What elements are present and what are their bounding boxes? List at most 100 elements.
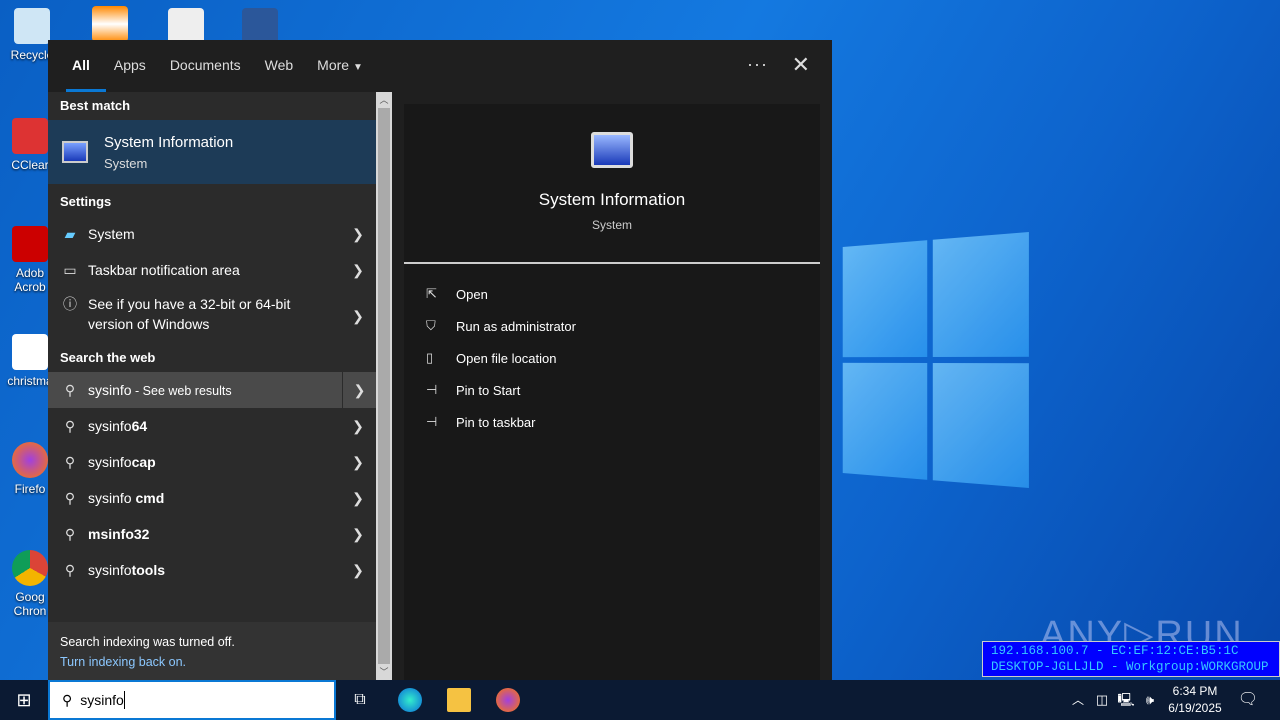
suggestion-text: sysinfo cmd [88, 490, 164, 506]
web-suggestion[interactable]: ⚲ msinfo32 ❯ [48, 516, 376, 552]
chevron-right-icon[interactable]: ❯ [344, 552, 372, 588]
best-match-header: Best match [60, 98, 131, 113]
word-icon [242, 8, 278, 44]
chevron-right-icon[interactable]: ❯ [342, 372, 376, 408]
best-match-title: System Information [104, 133, 234, 151]
edge-icon[interactable] [398, 688, 422, 712]
settings-header: Settings [60, 194, 112, 209]
suggestion-text: sysinfo - See web results [88, 382, 232, 398]
action-center-icon[interactable]: 🗨 [1236, 688, 1260, 712]
turn-indexing-on-link[interactable]: Turn indexing back on. [60, 652, 364, 672]
system-information-large-icon [591, 132, 633, 168]
results-scrollbar[interactable]: ︿ ﹀ [376, 92, 392, 680]
preview-title: System Information [538, 190, 686, 209]
tab-web[interactable]: Web [253, 40, 306, 92]
action-open-file-location[interactable]: ▯ Open file location [404, 342, 820, 374]
hostname-text: DESKTOP-JGLLJLD - Workgroup:WORKGROUP [991, 660, 1269, 674]
chevron-right-icon[interactable]: ❯ [344, 252, 372, 288]
setting-system[interactable]: ▰ System ❯ [48, 216, 376, 252]
ip-mac-text: 192.168.100.7 - EC:EF:12:CE:B5:1C [991, 644, 1239, 658]
tab-more[interactable]: More ▼ [305, 40, 375, 92]
start-windows-icon[interactable]: ⊞ [12, 688, 36, 712]
suggestion-completion: cap [131, 454, 156, 470]
caret-down-icon: ▼ [352, 62, 363, 73]
best-match-system-information[interactable]: System Information System [48, 120, 376, 184]
task-view-icon[interactable]: ⧉ [348, 688, 372, 712]
vlc-icon [92, 6, 128, 42]
suggestion-text: sysinfocap [88, 454, 156, 470]
scroll-down-icon[interactable]: ﹀ [376, 664, 392, 680]
action-label: Pin to Start [456, 382, 521, 398]
chevron-right-icon[interactable]: ❯ [344, 516, 372, 552]
action-label: Pin to taskbar [456, 414, 536, 430]
scroll-up-icon[interactable]: ︿ [376, 92, 392, 108]
suggestion-text: msinfo32 [88, 526, 149, 542]
chevron-right-icon[interactable]: ❯ [344, 408, 372, 444]
meet-now-icon[interactable]: ◫ [1090, 688, 1114, 712]
suggestion-completion: cmd [131, 490, 165, 506]
volume-icon[interactable]: 🕪 [1138, 688, 1162, 712]
show-hidden-icons-chevron-icon[interactable]: ︿ [1066, 688, 1090, 712]
setting-label: System [88, 226, 135, 242]
shield-icon: ⛉ [426, 318, 436, 333]
web-suggestion[interactable]: ⚲ sysinfocap ❯ [48, 444, 376, 480]
web-suggestion[interactable]: ⚲ sysinfo64 ❯ [48, 408, 376, 444]
action-pin-to-start[interactable]: ⊣ Pin to Start [404, 374, 820, 406]
clock-date: 6/19/2025 [1168, 701, 1222, 715]
action-label: Open [456, 286, 488, 302]
chevron-right-icon[interactable]: ❯ [344, 444, 372, 480]
suggestion-completion: msinfo32 [88, 526, 150, 542]
search-tabs: All Apps Documents Web More ▼ ··· ✕ [48, 40, 832, 92]
tab-documents[interactable]: Documents [158, 40, 253, 92]
acrobat-icon [12, 226, 48, 262]
taskbar: ⊞ ⚲ sysinfo ⧉ ︿ ◫ 🖳 🕪 6:34 PM 6/19/2025 🗨 [0, 680, 1280, 720]
action-run-as-administrator[interactable]: ⛉ Run as administrator [404, 310, 820, 342]
suggestion-prefix: sysinfo [88, 454, 132, 470]
close-icon[interactable]: ✕ [792, 52, 810, 78]
taskbar-search-input[interactable]: ⚲ sysinfo [48, 680, 336, 720]
image-file-icon [168, 8, 204, 44]
action-label: Open file location [456, 350, 557, 366]
laptop-icon: ▰ [64, 225, 76, 242]
tab-apps[interactable]: Apps [102, 40, 158, 92]
best-match-subtitle: System [104, 155, 148, 171]
setting-label: Taskbar notification area [88, 262, 240, 278]
firefox-icon[interactable] [496, 688, 520, 712]
setting-taskbar-notification-area[interactable]: ▭ Taskbar notification area ❯ [48, 252, 376, 288]
tab-all[interactable]: All [60, 40, 106, 92]
action-open[interactable]: ⇱ Open [404, 278, 820, 310]
word-icon [12, 334, 48, 370]
web-suggestion[interactable]: ⚲ sysinfotools ❯ [48, 552, 376, 588]
search-icon: ⚲ [64, 417, 76, 434]
pin-icon: ⊣ [426, 382, 438, 397]
chevron-right-icon[interactable]: ❯ [344, 480, 372, 516]
web-suggestion[interactable]: ⚲ sysinfo - See web results ❯ [48, 372, 376, 408]
search-icon: ⚲ [64, 561, 76, 578]
suggestion-prefix: sysinfo [88, 490, 132, 506]
file-location-icon: ▯ [426, 350, 434, 365]
chevron-right-icon[interactable]: ❯ [344, 288, 372, 344]
suggestion-prefix: sysinfo [88, 418, 132, 434]
suggestion-completion: 64 [131, 418, 148, 434]
action-pin-to-taskbar[interactable]: ⊣ Pin to taskbar [404, 406, 820, 438]
preview-pane: System Information System ⇱ Open ⛉ Run as … [404, 104, 820, 680]
indexing-notice: Search indexing was turned off. Turn inde… [48, 622, 376, 680]
file-explorer-icon[interactable] [447, 688, 471, 712]
chevron-right-icon[interactable]: ❯ [344, 216, 372, 252]
more-options-icon[interactable]: ··· [747, 54, 768, 75]
tab-more-label: More [317, 57, 350, 73]
taskbar-icon: ▭ [63, 261, 77, 278]
action-label: Run as administrator [456, 318, 576, 334]
firefox-icon [12, 442, 48, 478]
suggestion-text: sysinfotools [88, 562, 165, 578]
scrollbar-thumb[interactable] [378, 108, 390, 664]
setting-32-or-64-bit[interactable]: ⓘ See if you have a 32-bit or 64-bit vers… [48, 288, 376, 344]
search-icon: ⚲ [64, 381, 76, 398]
web-suggestion[interactable]: ⚲ sysinfo cmd ❯ [48, 480, 376, 516]
suggestion-note: - See web results [131, 384, 232, 398]
suggestion-text: sysinfo64 [88, 418, 147, 434]
search-icon: ⚲ [64, 525, 76, 542]
clock[interactable]: 6:34 PM 6/19/2025 [1160, 683, 1230, 717]
network-icon[interactable]: 🖳 [1114, 688, 1138, 712]
indexing-text: Search indexing was turned off. [60, 635, 235, 649]
